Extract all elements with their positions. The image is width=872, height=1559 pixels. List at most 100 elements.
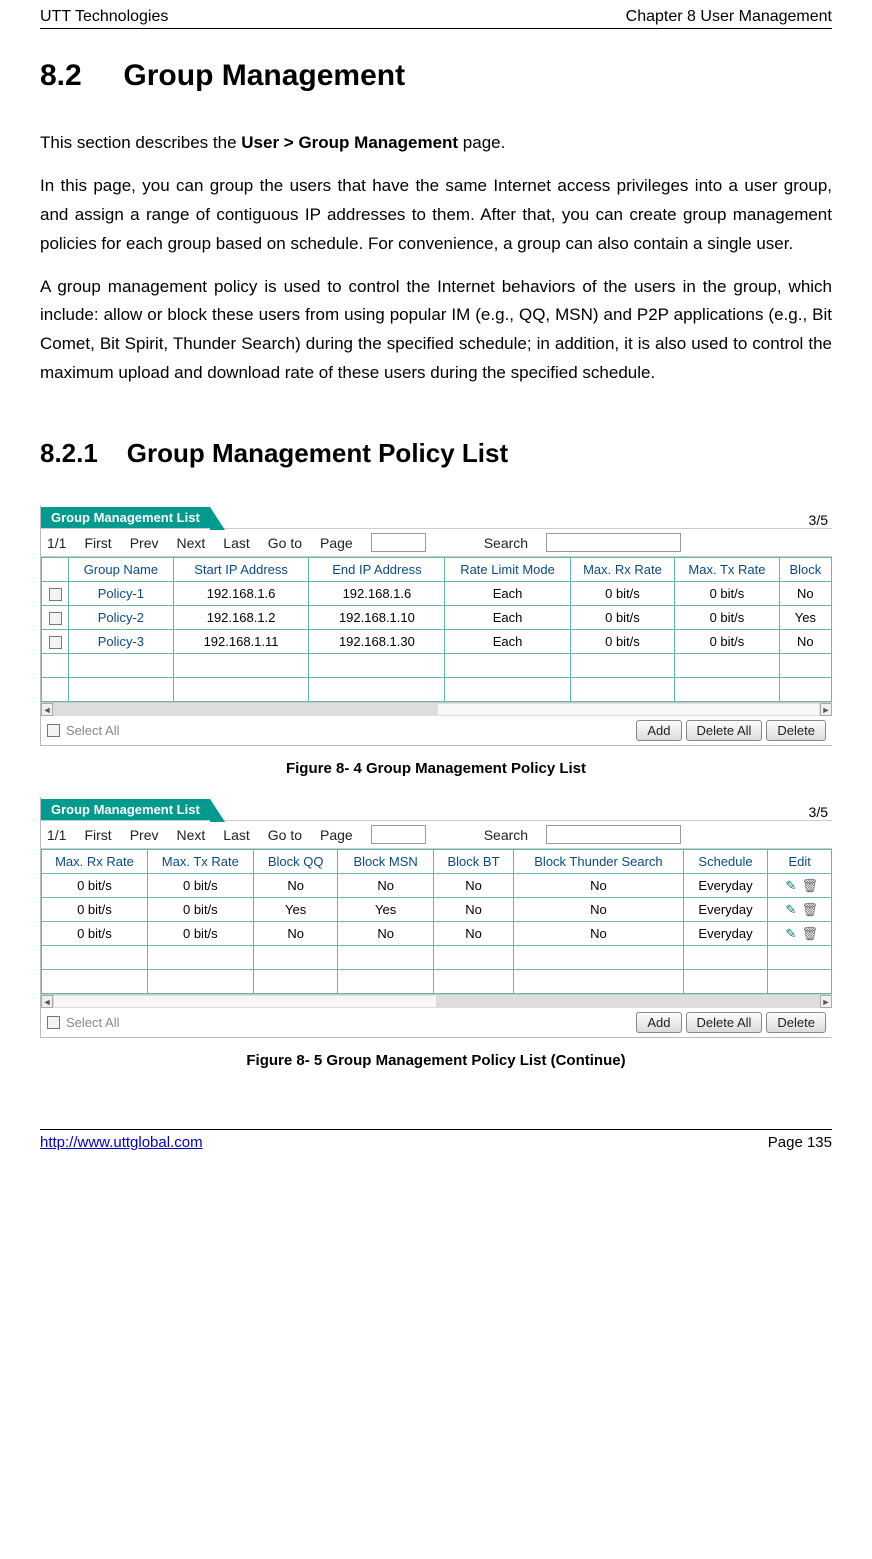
cell-edit: ✎ 🗑 [768, 922, 832, 946]
panel-tab[interactable]: Group Management List [41, 799, 210, 820]
select-all[interactable]: Select All [47, 1015, 119, 1030]
pager-first[interactable]: First [84, 535, 111, 551]
col-group-name[interactable]: Group Name [69, 558, 173, 582]
scroll-thumb[interactable] [437, 995, 821, 1008]
delete-button[interactable]: Delete [766, 1012, 826, 1033]
table-row[interactable]: Policy-1 192.168.1.6 192.168.1.6 Each 0 … [42, 582, 832, 606]
scroll-right-arrow[interactable]: ► [820, 703, 832, 716]
footer-link[interactable]: http://www.uttglobal.com [40, 1134, 203, 1151]
col-end-ip[interactable]: End IP Address [309, 558, 445, 582]
pager-prev[interactable]: Prev [130, 827, 159, 843]
pager-goto-label: Go to [268, 827, 302, 843]
row-checkbox[interactable] [49, 636, 62, 649]
trash-icon[interactable]: 🗑 [802, 902, 816, 916]
table-row [42, 970, 832, 994]
table-row[interactable]: Policy-2 192.168.1.2 192.168.1.10 Each 0… [42, 606, 832, 630]
cell-block-qq: No [253, 922, 338, 946]
col-start-ip[interactable]: Start IP Address [173, 558, 309, 582]
page-header: UTT Technologies Chapter 8 User Manageme… [40, 8, 832, 29]
search-input[interactable] [546, 825, 681, 844]
scroll-track[interactable] [53, 995, 437, 1008]
col-max-tx[interactable]: Max. Tx Rate [147, 850, 253, 874]
cell-block-msn: Yes [338, 898, 433, 922]
edit-icon[interactable]: ✎ [784, 902, 798, 916]
group-management-panel-2: Group Management List 3/5 1/1 First Prev… [40, 797, 832, 1038]
col-block-thunder[interactable]: Block Thunder Search [514, 850, 683, 874]
cell-block-thunder: No [514, 874, 683, 898]
cell-group-name: Policy-1 [69, 582, 173, 606]
record-counter: 3/5 [809, 804, 832, 820]
pager-last[interactable]: Last [223, 827, 249, 843]
col-max-rx[interactable]: Max. Rx Rate [570, 558, 674, 582]
horizontal-scrollbar[interactable]: ◄ ► [41, 702, 832, 716]
scroll-right-arrow[interactable]: ► [820, 995, 832, 1008]
tab-row: Group Management List 3/5 [41, 797, 832, 820]
pager-prev[interactable]: Prev [130, 535, 159, 551]
cell-max-rx: 0 bit/s [570, 606, 674, 630]
pager-next[interactable]: Next [176, 827, 205, 843]
scroll-left-arrow[interactable]: ◄ [41, 995, 53, 1008]
section-heading: 8.2 Group Management [40, 59, 832, 93]
table-row[interactable]: 0 bit/s 0 bit/s No No No No Everyday ✎ 🗑 [42, 874, 832, 898]
section-title: Group Management [123, 59, 405, 92]
col-edit[interactable]: Edit [768, 850, 832, 874]
scroll-track[interactable] [437, 703, 821, 716]
table-row[interactable]: 0 bit/s 0 bit/s No No No No Everyday ✎ 🗑 [42, 922, 832, 946]
pager-page-label: Page [320, 827, 353, 843]
table-row[interactable]: 0 bit/s 0 bit/s Yes Yes No No Everyday ✎… [42, 898, 832, 922]
cell-block-thunder: No [514, 922, 683, 946]
cell-end-ip: 192.168.1.6 [309, 582, 445, 606]
table-header-row: Group Name Start IP Address End IP Addre… [42, 558, 832, 582]
page-position: 1/1 [47, 827, 66, 843]
cell-start-ip: 192.168.1.2 [173, 606, 309, 630]
cell-start-ip: 192.168.1.11 [173, 630, 309, 654]
edit-icon[interactable]: ✎ [784, 926, 798, 940]
cell-max-rx: 0 bit/s [570, 582, 674, 606]
col-block-qq[interactable]: Block QQ [253, 850, 338, 874]
delete-all-button[interactable]: Delete All [686, 1012, 763, 1033]
intro-para-2: In this page, you can group the users th… [40, 172, 832, 259]
search-input[interactable] [546, 533, 681, 552]
select-all[interactable]: Select All [47, 723, 119, 738]
page-footer: http://www.uttglobal.com Page 135 [40, 1129, 832, 1151]
row-checkbox[interactable] [49, 612, 62, 625]
col-block[interactable]: Block [779, 558, 831, 582]
goto-page-input[interactable] [371, 533, 426, 552]
horizontal-scrollbar[interactable]: ◄ ► [41, 994, 832, 1008]
breadcrumb-path: User > Group Management [241, 133, 458, 152]
pager-last[interactable]: Last [223, 535, 249, 551]
cell-schedule: Everyday [683, 874, 768, 898]
cell-rate-mode: Each [445, 630, 570, 654]
col-rate-mode[interactable]: Rate Limit Mode [445, 558, 570, 582]
col-schedule[interactable]: Schedule [683, 850, 768, 874]
cell-end-ip: 192.168.1.10 [309, 606, 445, 630]
panel-tab[interactable]: Group Management List [41, 507, 210, 528]
col-block-msn[interactable]: Block MSN [338, 850, 433, 874]
pager-next[interactable]: Next [176, 535, 205, 551]
cell-max-tx: 0 bit/s [675, 630, 779, 654]
row-checkbox[interactable] [49, 588, 62, 601]
select-all-checkbox[interactable] [47, 724, 60, 737]
trash-icon[interactable]: 🗑 [802, 878, 816, 892]
select-all-checkbox[interactable] [47, 1016, 60, 1029]
edit-icon[interactable]: ✎ [784, 878, 798, 892]
goto-page-input[interactable] [371, 825, 426, 844]
table-row[interactable]: Policy-3 192.168.1.11 192.168.1.30 Each … [42, 630, 832, 654]
add-button[interactable]: Add [636, 720, 681, 741]
text: page. [458, 133, 505, 152]
cell-max-rx: 0 bit/s [42, 922, 148, 946]
delete-all-button[interactable]: Delete All [686, 720, 763, 741]
scroll-thumb[interactable] [53, 703, 437, 716]
scroll-left-arrow[interactable]: ◄ [41, 703, 53, 716]
cell-end-ip: 192.168.1.30 [309, 630, 445, 654]
cell-block-msn: No [338, 874, 433, 898]
trash-icon[interactable]: 🗑 [802, 926, 816, 940]
action-bar: Select All Add Delete All Delete [41, 1008, 832, 1037]
col-block-bt[interactable]: Block BT [433, 850, 513, 874]
delete-button[interactable]: Delete [766, 720, 826, 741]
pager-first[interactable]: First [84, 827, 111, 843]
add-button[interactable]: Add [636, 1012, 681, 1033]
col-max-tx[interactable]: Max. Tx Rate [675, 558, 779, 582]
pager-bar: 1/1 First Prev Next Last Go to Page Sear… [41, 820, 832, 849]
col-max-rx[interactable]: Max. Rx Rate [42, 850, 148, 874]
